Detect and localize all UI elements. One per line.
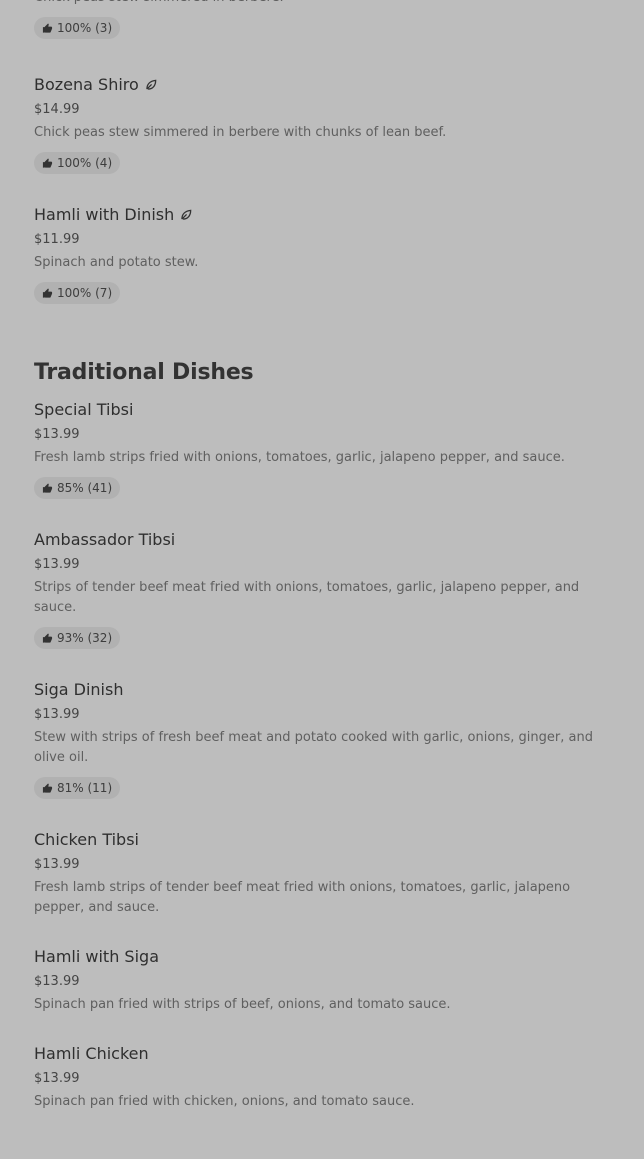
leaf-icon xyxy=(179,208,193,222)
rating-text: 85% (41) xyxy=(57,481,113,495)
menu-item[interactable]: Hamli Chicken $13.99 Spinach pan fried w… xyxy=(34,1043,614,1112)
thumbs-up-icon xyxy=(42,482,53,493)
menu-item[interactable]: Hamli with Siga $13.99 Spinach pan fried… xyxy=(34,946,614,1015)
menu-item[interactable]: Chick peas stew simmered in berbere. 100… xyxy=(34,0,614,44)
item-name: Hamli with Dinish xyxy=(34,205,175,224)
rating-badge: 85% (41) xyxy=(34,477,121,499)
menu-item[interactable]: Ambassador Tibsi $13.99 Strips of tender… xyxy=(34,529,614,649)
rating-text: 100% (3) xyxy=(57,21,113,35)
item-description: Fresh lamb strips fried with onions, tom… xyxy=(34,450,565,465)
item-name: Ambassador Tibsi xyxy=(34,530,176,549)
rating-badge: 81% (11) xyxy=(34,777,121,799)
thumbs-up-icon xyxy=(42,22,53,33)
thumbs-up-icon xyxy=(42,157,53,168)
menu-item[interactable]: Special Tibsi $13.99 Fresh lamb strips f… xyxy=(34,399,614,499)
section-title: Traditional Dishes xyxy=(34,360,254,385)
rating-text: 93% (32) xyxy=(57,631,113,645)
item-price: $13.99 xyxy=(34,857,80,872)
item-description: Spinach pan fried with chicken, onions, … xyxy=(34,1094,415,1109)
rating-badge: 100% (7) xyxy=(34,282,121,304)
rating-text: 100% (4) xyxy=(57,156,113,170)
item-description: Chick peas stew simmered in berbere with… xyxy=(34,125,447,140)
item-description: Chick peas stew simmered in berbere. xyxy=(34,0,614,8)
menu-item[interactable]: Bozena Shiro $14.99 Chick peas stew simm… xyxy=(34,74,614,174)
item-name: Chicken Tibsi xyxy=(34,830,139,849)
menu-item[interactable]: Chicken Tibsi $13.99 Fresh lamb strips o… xyxy=(34,829,614,918)
item-name: Hamli with Siga xyxy=(34,947,159,966)
item-description: Strips of tender beef meat fried with on… xyxy=(34,580,580,615)
rating-badge: 100% (3) xyxy=(34,17,121,39)
item-price: $11.99 xyxy=(34,232,80,247)
item-name: Hamli Chicken xyxy=(34,1044,149,1063)
rating-badge: 100% (4) xyxy=(34,152,121,174)
rating-badge: 93% (32) xyxy=(34,627,121,649)
menu-item[interactable]: Siga Dinish $13.99 Stew with strips of f… xyxy=(34,679,614,799)
thumbs-up-icon xyxy=(42,287,53,298)
item-description: Spinach pan fried with strips of beef, o… xyxy=(34,997,451,1012)
item-name: Bozena Shiro xyxy=(34,75,139,94)
item-description: Stew with strips of fresh beef meat and … xyxy=(34,730,593,765)
item-name: Siga Dinish xyxy=(34,680,124,699)
item-price: $13.99 xyxy=(34,974,80,989)
thumbs-up-icon xyxy=(42,782,53,793)
item-price: $13.99 xyxy=(34,1071,80,1086)
item-description: Fresh lamb strips of tender beef meat fr… xyxy=(34,880,571,915)
item-price: $13.99 xyxy=(34,427,80,442)
thumbs-up-icon xyxy=(42,632,53,643)
leaf-icon xyxy=(144,78,158,92)
item-price: $13.99 xyxy=(34,707,80,722)
item-price: $14.99 xyxy=(34,102,80,117)
rating-text: 81% (11) xyxy=(57,781,113,795)
menu-item[interactable]: Hamli with Dinish $11.99 Spinach and pot… xyxy=(34,204,614,304)
item-name: Special Tibsi xyxy=(34,400,134,419)
item-price: $13.99 xyxy=(34,557,80,572)
rating-text: 100% (7) xyxy=(57,286,113,300)
item-description: Spinach and potato stew. xyxy=(34,255,199,270)
menu-page: Chick peas stew simmered in berbere. 100… xyxy=(34,0,614,1112)
